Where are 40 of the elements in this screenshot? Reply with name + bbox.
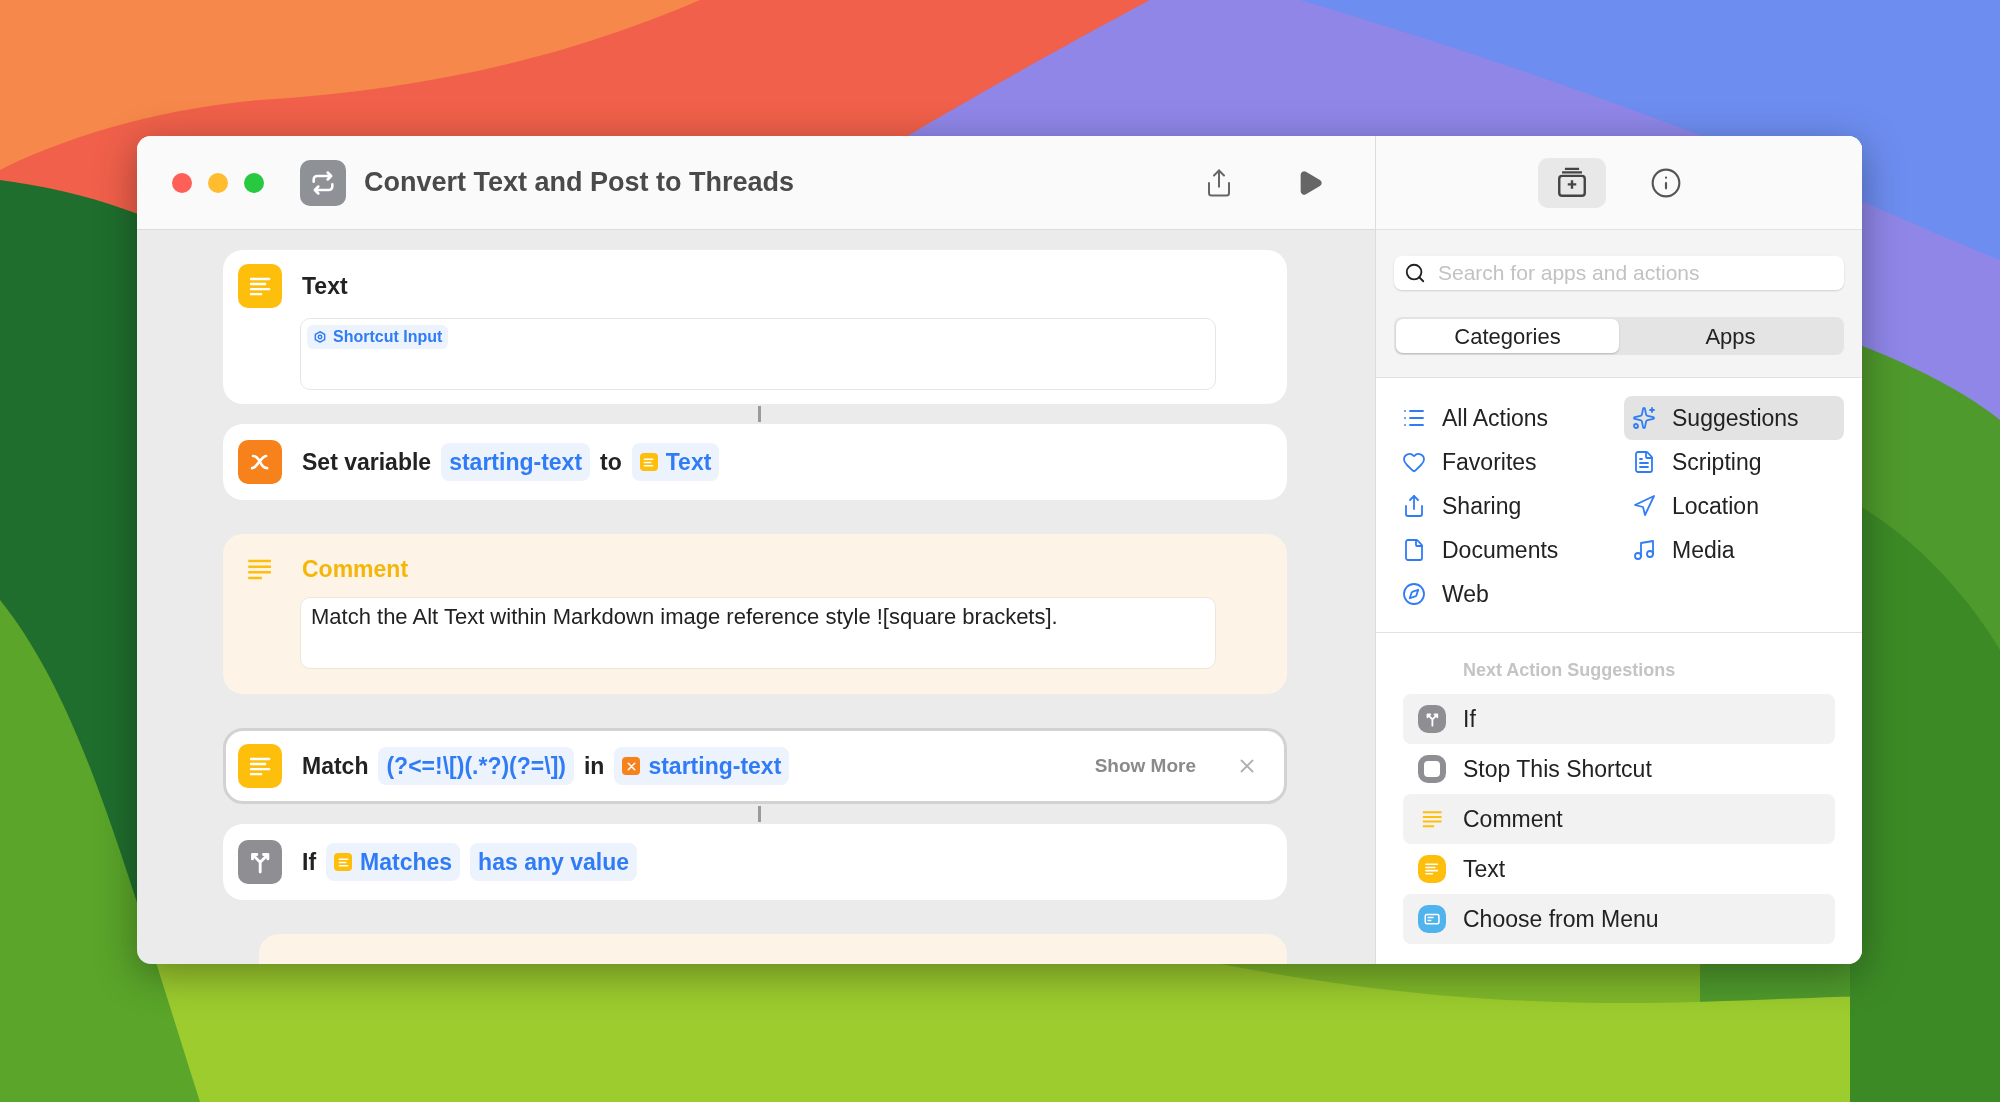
category-item[interactable]: Suggestions bbox=[1624, 396, 1844, 440]
text-field[interactable]: Shortcut Input bbox=[300, 318, 1216, 390]
window-title: Convert Text and Post to Threads bbox=[364, 166, 795, 200]
category-item[interactable]: Documents bbox=[1394, 528, 1614, 572]
variable-token[interactable]: Shortcut Input bbox=[307, 325, 449, 349]
variable-token[interactable]: Matches bbox=[326, 842, 461, 882]
category-item[interactable]: Sharing bbox=[1394, 484, 1614, 528]
action-title: Text bbox=[302, 271, 348, 301]
variable-token[interactable]: starting-text bbox=[441, 442, 591, 482]
variable-token[interactable]: starting-text bbox=[614, 746, 790, 786]
segment-tab[interactable]: Categories bbox=[1396, 319, 1619, 353]
category-item[interactable]: All Actions bbox=[1394, 396, 1614, 440]
suggestion-item[interactable]: Text bbox=[1403, 844, 1835, 894]
section-heading: Next Action Suggestions bbox=[1463, 659, 1677, 682]
action-card[interactable]: If Matches has any value bbox=[223, 824, 1287, 900]
category-item[interactable]: Web bbox=[1394, 572, 1614, 616]
suggestion-item[interactable]: Stop This Shortcut bbox=[1403, 744, 1835, 794]
variable-token[interactable]: has any value bbox=[470, 842, 637, 882]
variable-token[interactable]: (?<=!\[)(.*?)(?=\]) bbox=[378, 746, 574, 786]
action-label: to bbox=[600, 447, 622, 477]
action-label: in bbox=[583, 751, 605, 781]
comment-card[interactable]: Comment Match the Alt Text within Markdown image reference style ![square brackets]. bbox=[223, 534, 1287, 694]
action-label: Match bbox=[302, 751, 369, 781]
action-card[interactable]: Set variable starting-text to Text bbox=[223, 424, 1287, 500]
comment-title: Comment bbox=[302, 554, 409, 584]
search-field[interactable]: Search for apps and actions bbox=[1394, 256, 1844, 290]
comment-field[interactable]: Match the Alt Text within Markdown image reference style ![square brackets]. bbox=[300, 597, 1216, 669]
suggestion-item[interactable]: If bbox=[1403, 694, 1835, 744]
category-item[interactable]: Location bbox=[1624, 484, 1844, 528]
segment-tab[interactable]: Apps bbox=[1619, 319, 1842, 353]
action-card[interactable]: Match (?<=!\[)(.*?)(?=\]) in starting-text Show More bbox=[223, 728, 1287, 804]
action-label: Set variable bbox=[302, 447, 432, 477]
category-item[interactable]: Scripting bbox=[1624, 440, 1844, 484]
action-label: If bbox=[302, 847, 317, 877]
category-item[interactable]: Media bbox=[1624, 528, 1844, 572]
variable-token[interactable]: Text bbox=[631, 442, 720, 482]
category-item[interactable]: Favorites bbox=[1394, 440, 1614, 484]
suggestion-item[interactable]: Comment bbox=[1403, 794, 1835, 844]
action-card[interactable]: Text Shortcut Input bbox=[223, 250, 1287, 404]
suggestion-item[interactable]: Choose from Menu bbox=[1403, 894, 1835, 944]
